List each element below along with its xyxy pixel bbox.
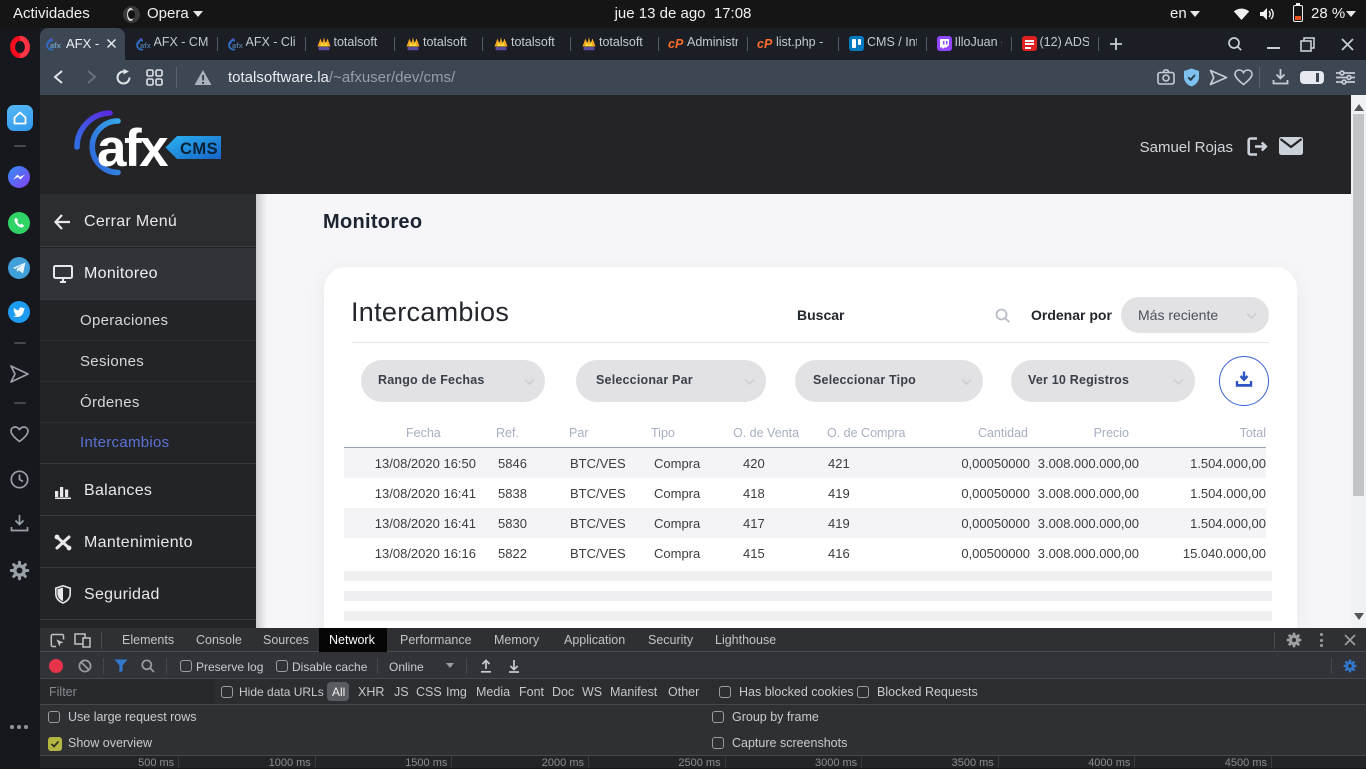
svg-text:afx: afx xyxy=(97,119,169,178)
svg-text:afx: afx xyxy=(140,41,152,50)
svg-text:afx: afx xyxy=(50,41,62,50)
svg-text:afx: afx xyxy=(232,41,244,50)
svg-text:CMS: CMS xyxy=(180,140,218,158)
